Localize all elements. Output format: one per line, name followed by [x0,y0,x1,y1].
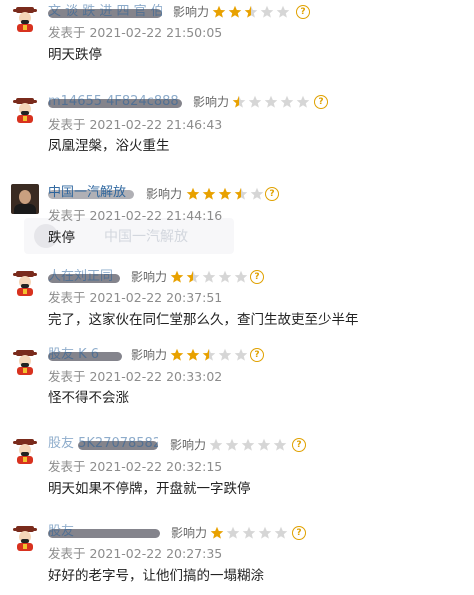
star-icon [258,526,272,539]
photo-avatar-icon [11,184,39,214]
star-icon [202,187,216,200]
comment-text[interactable]: 好好的老字号，让他们搞的一塌糊涂 [48,567,264,585]
star-icon [296,95,310,108]
star-icon [218,270,232,283]
username[interactable]: 中国一汽解放 [48,185,134,201]
influence-stars [212,4,292,20]
comment-text[interactable]: 完了，这家伙在同仁堂那么久，查门生故吏至少半年 [48,311,359,329]
star-icon [186,187,200,200]
star-icon [257,438,271,451]
star-icon [186,348,200,361]
star-icon [226,526,240,539]
star-icon [202,348,216,361]
influence-stars [186,186,266,202]
fortune-god-avatar-icon [13,439,37,464]
comment-text[interactable]: 跌停 [48,229,75,247]
username[interactable]: 文 谈 跌 进 四 官 伯 适 [48,4,162,20]
post-time: 发表于 2021-02-22 20:37:51 [48,290,223,305]
comment-text[interactable]: 怪不得不会涨 [48,389,129,407]
star-icon [228,5,242,18]
avatar[interactable] [10,4,40,34]
avatar[interactable] [10,184,40,214]
help-icon[interactable]: ? [314,95,328,109]
influence-stars [170,269,250,285]
post-time: 发表于 2021-02-22 21:44:16 [48,208,223,223]
fortune-god-avatar-icon [13,271,37,296]
star-icon [242,526,256,539]
help-icon[interactable]: ? [296,5,310,19]
fortune-god-avatar-icon [13,98,37,123]
star-icon [170,348,184,361]
watermark-text: 中国一汽解放 [104,229,188,245]
influence-stars [170,347,250,363]
star-icon [225,438,239,451]
avatar[interactable] [10,436,40,466]
star-icon [250,187,264,200]
star-icon [232,95,246,108]
star-icon [212,5,226,18]
star-icon [209,438,223,451]
help-icon[interactable]: ? [250,270,264,284]
star-icon [280,95,294,108]
post-time: 发表于 2021-02-22 21:46:43 [48,117,223,132]
star-icon [248,95,262,108]
avatar[interactable] [10,523,40,553]
comment-text[interactable]: 凤凰涅槃，浴火重生 [48,137,170,155]
influence-label: 影响力 [146,187,183,201]
comment-text[interactable]: 明天如果不停牌，开盘就一字跌停 [48,480,251,498]
influence-stars [232,94,312,110]
avatar[interactable] [10,268,40,298]
star-icon [234,187,248,200]
star-icon [218,348,232,361]
star-icon [273,438,287,451]
star-icon [276,5,290,18]
post-time: 发表于 2021-02-22 20:32:15 [48,459,223,474]
influence-stars [210,525,290,541]
username[interactable]: 人在刘正同 [48,269,120,285]
username[interactable]: 股友 5K27078582 [48,436,158,452]
help-icon[interactable]: ? [292,438,306,452]
username[interactable]: 股友 [48,524,160,540]
post-time: 发表于 2021-02-22 21:50:05 [48,25,223,40]
star-icon [202,270,216,283]
influence-label: 影响力 [131,348,168,362]
fortune-god-avatar-icon [13,7,37,32]
star-icon [234,348,248,361]
avatar[interactable] [10,347,40,377]
influence-label: 影响力 [131,270,168,284]
star-icon [234,270,248,283]
influence-label: 影响力 [171,526,208,540]
post-time: 发表于 2021-02-22 20:27:35 [48,546,223,561]
star-icon [210,526,224,539]
influence-label: 影响力 [193,95,230,109]
influence-label: 影响力 [173,5,210,19]
influence-label: 影响力 [170,438,207,452]
username[interactable]: 股友 K 6 [48,347,122,363]
fortune-god-avatar-icon [13,350,37,375]
fortune-god-avatar-icon [13,526,37,551]
post-time: 发表于 2021-02-22 20:33:02 [48,369,223,384]
help-icon[interactable]: ? [250,348,264,362]
star-icon [264,95,278,108]
star-icon [186,270,200,283]
star-icon [218,187,232,200]
star-icon [274,526,288,539]
comment-text[interactable]: 明天跌停 [48,46,102,64]
avatar[interactable] [10,95,40,125]
username[interactable]: m14655 4F824c888 [48,94,182,110]
star-icon [260,5,274,18]
star-icon [170,270,184,283]
star-icon [244,5,258,18]
influence-stars [209,437,289,453]
star-icon [241,438,255,451]
help-icon[interactable]: ? [292,526,306,540]
help-icon[interactable]: ? [265,187,279,201]
